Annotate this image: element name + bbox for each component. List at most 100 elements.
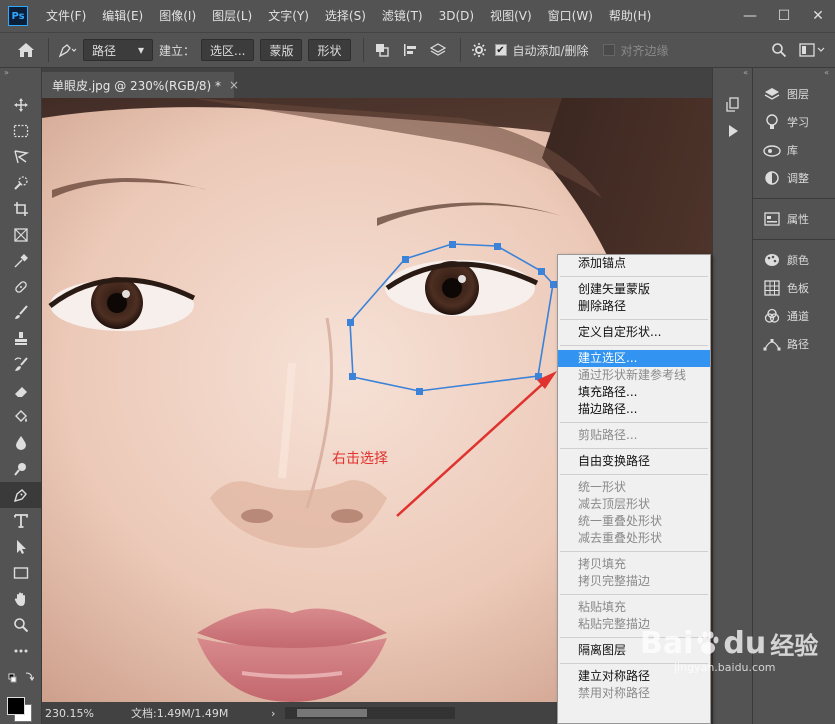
marquee-tool-icon[interactable] — [0, 118, 42, 144]
menu-item-7[interactable]: 3D(D) — [431, 0, 482, 32]
menu-item-9[interactable]: 窗口(W) — [540, 0, 601, 32]
menu-item-6[interactable]: 滤镜(T) — [374, 0, 431, 32]
lasso-tool-icon[interactable] — [0, 144, 42, 170]
move-tool-icon[interactable] — [0, 92, 42, 118]
close-tab-icon[interactable]: × — [229, 78, 239, 92]
hand-tool-icon[interactable] — [0, 586, 42, 612]
tools-panel: » — [0, 68, 42, 724]
adjustments-icon — [763, 169, 781, 187]
swap-colors-icon[interactable] — [0, 664, 42, 690]
panel-libraries-label: 库 — [787, 144, 798, 157]
menu-items: 文件(F) 编辑(E) 图像(I) 图层(L) 文字(Y) 选择(S) 滤镜(T) 3D(D)… — [38, 0, 659, 32]
actions-panel-icon[interactable] — [713, 118, 753, 144]
clone-stamp-tool-icon[interactable] — [0, 326, 42, 352]
home-icon[interactable] — [14, 38, 38, 62]
context-menu-item[interactable]: 描边路径... — [558, 401, 710, 418]
brush-tool-icon[interactable] — [0, 300, 42, 326]
eraser-tool-icon[interactable] — [0, 378, 42, 404]
context-menu-item: 减去顶层形状 — [578, 497, 651, 511]
separator — [362, 38, 364, 62]
dodge-tool-icon[interactable] — [0, 456, 42, 482]
search-icon[interactable] — [767, 38, 791, 62]
path-operations-icon[interactable] — [370, 38, 394, 62]
auto-add-delete-checkbox[interactable]: ✔ — [494, 44, 507, 56]
panel-swatches[interactable]: 色板 — [753, 274, 835, 302]
quick-selection-tool-icon[interactable] — [0, 170, 42, 196]
horizontal-scrollbar[interactable] — [285, 707, 456, 719]
make-selection-button[interactable]: 选区... — [201, 39, 255, 61]
make-label: 建立： — [159, 43, 196, 58]
panel-channels[interactable]: 通道 — [753, 302, 835, 330]
context-menu-item: 禁用对称路径 — [578, 686, 651, 700]
context-menu-item: 减去重叠处形状 — [578, 531, 663, 545]
document-tab[interactable]: 单眼皮.jpg @ 230%(RGB/8) * × — [42, 72, 239, 98]
foreground-color-swatch[interactable] — [7, 697, 25, 715]
panel-libraries[interactable]: 库 — [753, 136, 835, 164]
context-menu-separator — [560, 276, 708, 277]
gear-icon[interactable] — [467, 38, 491, 62]
blur-tool-icon[interactable] — [0, 430, 42, 456]
align-edges-label: 对齐边缘 — [620, 43, 669, 58]
make-shape-button[interactable]: 形状 — [308, 39, 351, 61]
status-menu-arrow[interactable]: › — [271, 707, 275, 720]
panel-learn[interactable]: 学习 — [753, 108, 835, 136]
workspace-icon[interactable] — [795, 38, 831, 62]
menu-item-3[interactable]: 图层(L) — [204, 0, 260, 32]
menu-item-0[interactable]: 文件(F) — [38, 0, 94, 32]
minimize-button[interactable]: — — [733, 0, 767, 32]
baidu-du-text: du — [723, 626, 767, 661]
menu-item-10[interactable]: 帮助(H) — [601, 0, 659, 32]
frame-tool-icon[interactable] — [0, 222, 42, 248]
options-bar: 路径 ▾ 建立： 选区... 蒙版 形状 ✔ 自动添加/删除 对齐边缘 — [0, 32, 835, 68]
collapse-arrows-icon[interactable]: « — [713, 68, 752, 78]
menu-item-8[interactable]: 视图(V) — [482, 0, 540, 32]
document-tab-bar: 单眼皮.jpg @ 230%(RGB/8) * × — [42, 68, 712, 98]
eyedropper-tool-icon[interactable] — [0, 248, 42, 274]
type-tool-icon[interactable] — [0, 508, 42, 534]
healing-brush-tool-icon[interactable] — [0, 274, 42, 300]
zoom-level[interactable]: 230.15% — [45, 707, 125, 720]
close-window-button[interactable]: ✕ — [801, 0, 835, 32]
context-menu-item[interactable]: 自由变换路径 — [558, 453, 710, 470]
collapse-arrows-icon[interactable]: » — [0, 68, 41, 77]
panel-color[interactable]: 颜色 — [753, 246, 835, 274]
context-menu-separator — [560, 551, 708, 552]
scrollbar-thumb[interactable] — [297, 709, 368, 717]
zoom-tool-icon[interactable] — [0, 612, 42, 638]
path-selection-tool-icon[interactable] — [0, 534, 42, 560]
history-brush-tool-icon[interactable] — [0, 352, 42, 378]
collapse-arrows-icon[interactable]: « — [753, 68, 835, 80]
menu-item-1[interactable]: 编辑(E) — [94, 0, 151, 32]
color-swatches[interactable] — [0, 690, 42, 724]
crop-tool-icon[interactable] — [0, 196, 42, 222]
paint-bucket-tool-icon[interactable] — [0, 404, 42, 430]
path-alignment-icon[interactable] — [398, 38, 422, 62]
path-arrangement-icon[interactable] — [426, 38, 450, 62]
panel-adjustments[interactable]: 调整 — [753, 164, 835, 192]
context-menu-item[interactable]: 删除路径 — [558, 298, 710, 315]
rectangle-tool-icon[interactable] — [0, 560, 42, 586]
context-menu-item[interactable]: 创建矢量蒙版 — [558, 281, 710, 298]
menu-item-2[interactable]: 图像(I) — [151, 0, 204, 32]
more-tools-icon[interactable] — [0, 638, 42, 664]
history-panel-icon[interactable] — [713, 92, 753, 118]
context-menu-item[interactable]: 建立选区... — [558, 350, 710, 367]
context-menu-item[interactable]: 定义自定形状... — [558, 324, 710, 341]
pen-tool-icon[interactable] — [0, 482, 42, 508]
maximize-button[interactable]: ☐ — [767, 0, 801, 32]
tool-mode-select[interactable]: 路径 ▾ — [83, 39, 153, 61]
document-info: 文档:1.49M/1.49M — [131, 707, 229, 720]
make-mask-button[interactable]: 蒙版 — [260, 39, 303, 61]
menu-bar: Ps 文件(F) 编辑(E) 图像(I) 图层(L) 文字(Y) 选择(S) 滤镜(T) 3D… — [0, 0, 835, 32]
panel-paths[interactable]: 路径 — [753, 330, 835, 358]
panel-paths-label: 路径 — [787, 338, 809, 351]
panel-properties[interactable]: 属性 — [753, 205, 835, 233]
menu-item-4[interactable]: 文字(Y) — [260, 0, 317, 32]
context-menu-item[interactable]: 填充路径... — [558, 384, 710, 401]
panel-layers[interactable]: 图层 — [753, 80, 835, 108]
context-menu-item: 粘贴填充 — [578, 600, 627, 614]
context-menu-item[interactable]: 添加锚点 — [558, 255, 710, 272]
pen-tool-preset-icon[interactable] — [55, 38, 79, 62]
menu-item-5[interactable]: 选择(S) — [317, 0, 374, 32]
align-edges-checkbox[interactable] — [602, 44, 615, 56]
